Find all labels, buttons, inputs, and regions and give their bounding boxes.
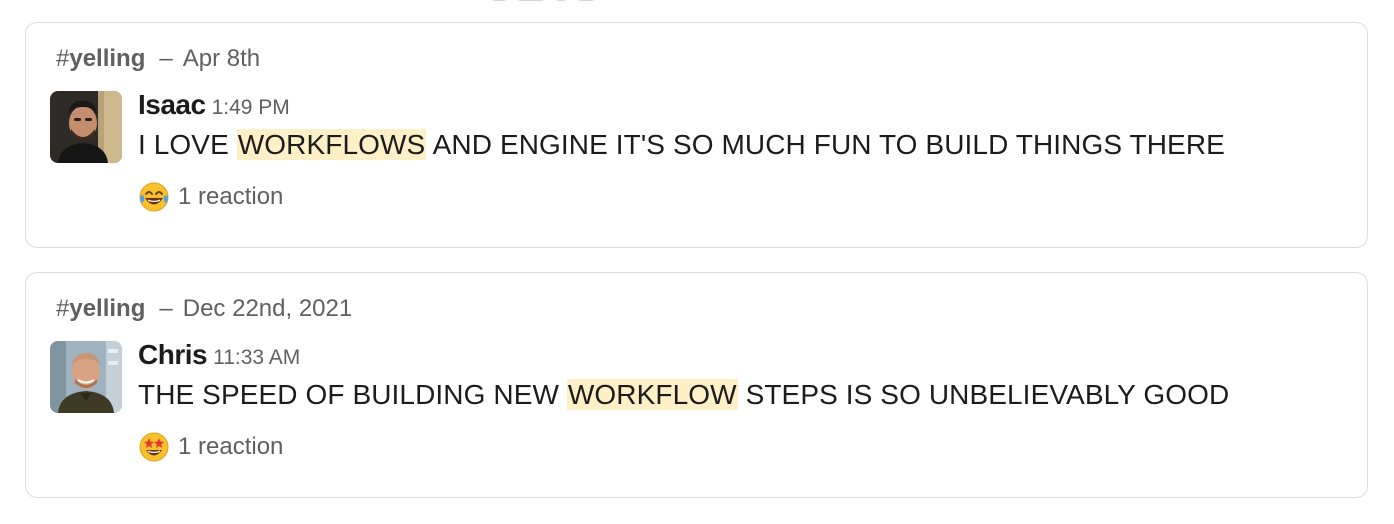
channel-hash: # xyxy=(56,295,70,322)
reaction-count: 1 reaction xyxy=(178,433,284,460)
result-header: #yelling – Dec 22nd, 2021 xyxy=(56,293,352,325)
channel-name-link[interactable]: yelling xyxy=(69,45,145,72)
face-with-tears-of-joy-icon xyxy=(138,181,170,213)
message-text-before: THE SPEED OF BUILDING NEW xyxy=(138,379,567,410)
message-meta: Isaac 1:49 PM xyxy=(138,89,290,121)
message-date: Apr 8th xyxy=(182,45,261,72)
channel-name-link[interactable]: yelling xyxy=(69,295,145,322)
channel-hash: # xyxy=(56,45,70,72)
search-match-highlight: WORKFLOW xyxy=(566,379,738,410)
message-meta: Chris 11:33 AM xyxy=(138,339,300,371)
reaction-summary[interactable]: 1 reaction xyxy=(138,180,283,214)
search-match-highlight: WORKFLOWS xyxy=(236,129,427,160)
header-separator: – xyxy=(159,295,173,322)
reaction-count: 1 reaction xyxy=(178,183,284,210)
avatar[interactable] xyxy=(50,341,122,413)
sender-name[interactable]: Chris xyxy=(138,339,208,370)
search-result-card[interactable]: #yelling – Apr 8th Isaac 1:49 PM I LOVE WOR… xyxy=(25,22,1368,248)
clipped-text-fragment xyxy=(490,0,600,3)
message-timestamp[interactable]: 1:49 PM xyxy=(212,96,290,119)
message-text-before: I LOVE xyxy=(138,129,237,160)
message-text: THE SPEED OF BUILDING NEW WORKFLOW STEPS… xyxy=(138,377,1229,413)
message-text: I LOVE WORKFLOWS AND ENGINE IT'S SO MUCH… xyxy=(138,127,1225,163)
message-timestamp[interactable]: 11:33 AM xyxy=(213,346,300,369)
result-header: #yelling – Apr 8th xyxy=(56,43,260,75)
header-separator: – xyxy=(159,45,173,72)
search-result-card[interactable]: #yelling – Dec 22nd, 2021 Chris 11:33 AM TH… xyxy=(25,272,1368,498)
reaction-summary[interactable]: 1 reaction xyxy=(138,430,283,464)
sender-name[interactable]: Isaac xyxy=(138,89,206,120)
star-struck-icon xyxy=(138,431,170,463)
message-text-after: STEPS IS SO UNBELIEVABLY GOOD xyxy=(737,379,1230,410)
message-text-after: AND ENGINE IT'S SO MUCH FUN TO BUILD THI… xyxy=(426,129,1225,160)
message-date: Dec 22nd, 2021 xyxy=(182,295,353,322)
avatar[interactable] xyxy=(50,91,122,163)
